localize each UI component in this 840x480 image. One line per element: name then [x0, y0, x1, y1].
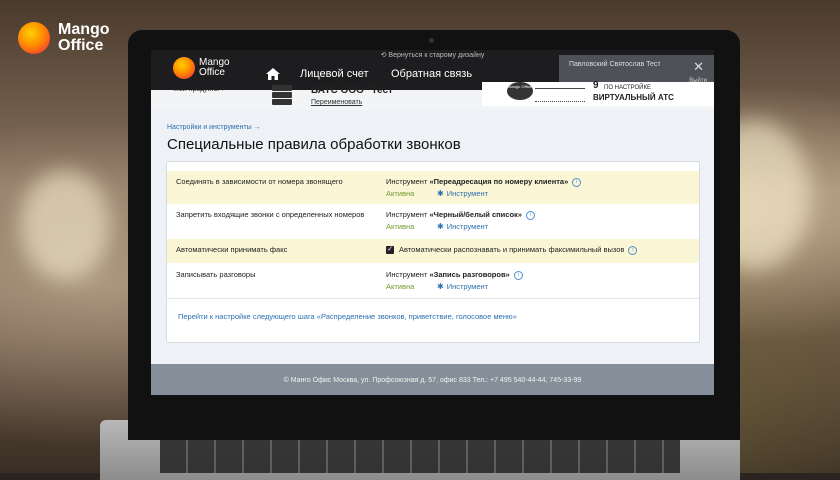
- page-title: Специальные правила обработки звонков: [167, 136, 461, 153]
- rule-row: Соединять в зависимости от номера звонящ…: [167, 171, 699, 204]
- info-icon[interactable]: i: [513, 270, 523, 280]
- tool-prefix: Инструмент: [386, 270, 430, 279]
- rule-row: Автоматически принимать факс ✓ Автоматич…: [167, 239, 699, 263]
- rename-link[interactable]: Переименовать: [311, 99, 362, 106]
- info-icon[interactable]: i: [525, 210, 535, 220]
- banner-logo: Mango Office: [507, 82, 533, 100]
- rule-name: Соединять в зависимости от номера звонящ…: [176, 177, 343, 186]
- info-icon[interactable]: i: [628, 245, 638, 255]
- tool-name: «Черный/белый список»: [429, 210, 522, 219]
- rule-row: Запретить входящие звонки с определенных…: [167, 204, 699, 239]
- brand-line1: Mango: [58, 21, 110, 38]
- tool-link-label: Инструмент: [446, 222, 489, 231]
- footer: © Манго Офис Москва, ул. Профсоюзная д. …: [151, 364, 714, 395]
- tool-link[interactable]: ✱ Инструмент: [437, 222, 488, 231]
- screen: ⟲ Вернуться к старому дизайну Mango Offi…: [151, 50, 714, 395]
- fax-checkbox[interactable]: ✓: [386, 246, 394, 254]
- gear-icon: ✱: [437, 222, 444, 231]
- status-label: Активна: [386, 222, 415, 231]
- status-label: Активна: [386, 189, 415, 198]
- tool-link[interactable]: ✱ Инструмент: [437, 282, 488, 291]
- checkbox-label: Автоматически распознавать и принимать ф…: [399, 245, 625, 254]
- brand-logo: Mango Office: [18, 22, 110, 54]
- gear-icon: ✱: [437, 189, 444, 198]
- logo-line2: Office: [199, 67, 225, 78]
- banner-line2: ВИРТУАЛЬНЫЙ АТС: [593, 93, 674, 102]
- next-step-link[interactable]: Перейти к настройке следующего шага «Рас…: [178, 312, 517, 321]
- tool-prefix: Инструмент: [386, 210, 430, 219]
- tool-name: «Переадресация по номеру клиента»: [429, 177, 569, 186]
- camera-icon: [429, 38, 434, 43]
- home-icon[interactable]: [266, 68, 280, 80]
- rules-card: Соединять в зависимости от номера звонящ…: [166, 161, 700, 343]
- banner-line1: ПО НАСТРОЙКЕ: [604, 85, 651, 91]
- rule-name: Записывать разговоры: [176, 270, 256, 279]
- tool-link-label: Инструмент: [446, 282, 489, 291]
- mango-logo-icon: [18, 22, 50, 54]
- company-name: ВАТС ООО "Тест": [311, 85, 398, 96]
- info-icon[interactable]: i: [572, 177, 582, 187]
- tool-link[interactable]: ✱ Инструмент: [437, 189, 488, 198]
- gear-icon: ✱: [437, 282, 444, 291]
- tool-link-label: Инструмент: [446, 189, 489, 198]
- rule-name: Запретить входящие звонки с определенных…: [176, 210, 365, 219]
- server-icon: [272, 85, 292, 105]
- rule-row: Записывать разговоры Инструмент «Запись …: [167, 263, 699, 299]
- banner-diagram: [535, 88, 585, 102]
- breadcrumb[interactable]: Настройки и инструменты →: [167, 124, 261, 131]
- products-dropdown[interactable]: Мои продукты ▾: [173, 85, 225, 93]
- tool-name: «Запись разговоров»: [429, 270, 510, 279]
- banner-number: 9: [593, 80, 599, 91]
- status-label: Активна: [386, 282, 415, 291]
- close-icon[interactable]: ✕: [693, 60, 704, 73]
- tool-prefix: Инструмент: [386, 177, 430, 186]
- nav-account[interactable]: Лицевой счет: [300, 68, 369, 80]
- footer-text: © Манго Офис Москва, ул. Профсоюзная д. …: [283, 377, 582, 384]
- rule-name: Автоматически принимать факс: [176, 245, 288, 254]
- site-logo[interactable]: Mango Office: [173, 57, 230, 79]
- background-light: [20, 170, 110, 280]
- user-name: Павловский Святослав Тест: [569, 61, 661, 68]
- brand-line2: Office: [58, 37, 104, 54]
- mango-logo-icon: [173, 57, 195, 79]
- nav-feedback[interactable]: Обратная связь: [391, 68, 472, 80]
